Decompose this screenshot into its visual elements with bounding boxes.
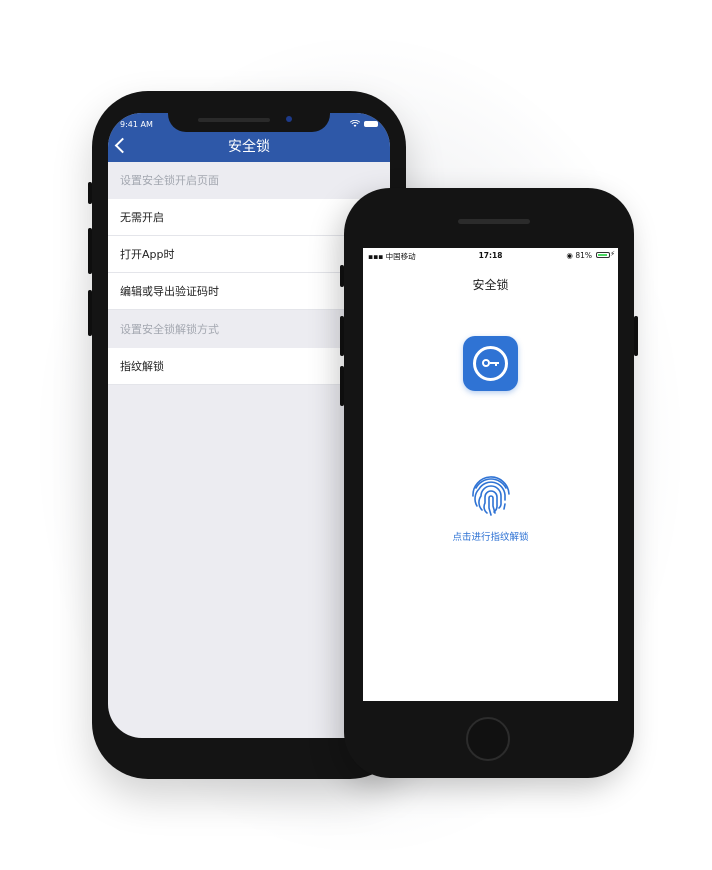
- rotation-lock-icon: ◉: [566, 251, 573, 260]
- front-camera: [286, 116, 292, 122]
- screen-title: 安全锁: [472, 278, 509, 292]
- key-in-circle-icon: [463, 336, 518, 391]
- battery-icon: [364, 121, 378, 127]
- home-button[interactable]: [466, 717, 510, 761]
- wifi-icon: [349, 119, 361, 130]
- front-phone-power-button: [634, 316, 638, 356]
- charging-icon: ⚡: [610, 250, 615, 258]
- front-phone-volume-down: [340, 366, 344, 406]
- status-time: 9:41 AM: [120, 120, 153, 129]
- status-bar: ▪▪▪ 中国移动 17:18 ◉ 81% ⚡: [363, 248, 618, 264]
- fingerprint-unlock-prompt[interactable]: 点击进行指纹解锁: [363, 529, 618, 543]
- front-phone-speaker: [458, 219, 530, 224]
- fingerprint-icon[interactable]: [468, 472, 514, 518]
- list-item-label: 指纹解锁: [120, 360, 164, 373]
- front-phone-screen: ▪▪▪ 中国移动 17:18 ◉ 81% ⚡ 安全锁 点击进行指纹解锁: [363, 248, 618, 701]
- battery-percent: ◉ 81%: [566, 251, 592, 260]
- earpiece-speaker: [198, 118, 270, 122]
- back-phone-mute-switch: [88, 182, 92, 204]
- front-phone-mute-switch: [340, 265, 344, 287]
- back-phone-volume-down: [88, 290, 92, 336]
- section-header-open-page: 设置安全锁开启页面: [108, 162, 390, 199]
- front-phone-volume-up: [340, 316, 344, 356]
- back-phone-volume-up: [88, 228, 92, 274]
- nav-title: 安全锁: [228, 139, 270, 155]
- notch: [168, 113, 330, 132]
- battery-icon: [596, 252, 610, 258]
